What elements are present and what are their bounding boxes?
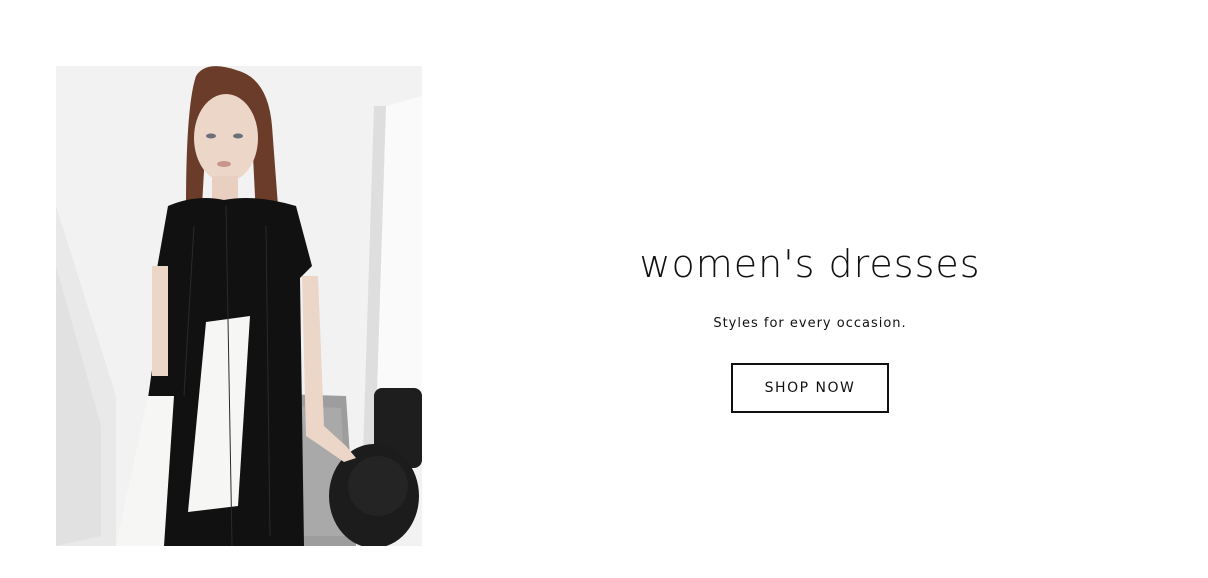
hero-image[interactable] <box>56 66 422 546</box>
model-photo <box>56 66 422 546</box>
promo-title: women's dresses <box>639 242 981 286</box>
promo-subtitle: Styles for every occasion. <box>713 316 907 331</box>
promo-banner: women's dresses Styles for every occasio… <box>0 0 1208 578</box>
shop-now-button[interactable]: SHOP NOW <box>731 363 889 413</box>
promo-content: women's dresses Styles for every occasio… <box>560 236 1060 413</box>
